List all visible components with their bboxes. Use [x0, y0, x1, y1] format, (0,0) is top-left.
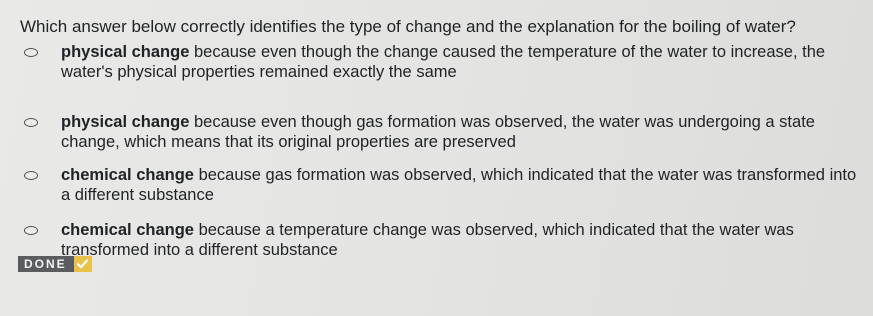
- answer-option-3-text: chemical change because gas formation wa…: [61, 165, 861, 205]
- done-button[interactable]: DONE: [18, 256, 92, 272]
- answer-option-1-text: physical change because even though the …: [61, 42, 861, 82]
- radio-button-2[interactable]: [24, 118, 38, 127]
- radio-button-3[interactable]: [24, 171, 38, 180]
- radio-button-4[interactable]: [24, 226, 38, 235]
- answer-option-4-text: chemical change because a temperature ch…: [61, 220, 861, 260]
- answer-option-1-kind: physical change: [61, 43, 190, 61]
- answer-option-3-kind: chemical change: [61, 166, 194, 184]
- checkmark-icon: [73, 256, 92, 272]
- answer-option-2-kind: physical change: [61, 113, 190, 131]
- answer-option-4-kind: chemical change: [61, 221, 194, 239]
- question-text: Which answer below correctly identifies …: [20, 17, 796, 36]
- done-label: DONE: [18, 256, 74, 272]
- radio-button-1[interactable]: [24, 48, 38, 57]
- answer-option-2-text: physical change because even though gas …: [61, 112, 861, 152]
